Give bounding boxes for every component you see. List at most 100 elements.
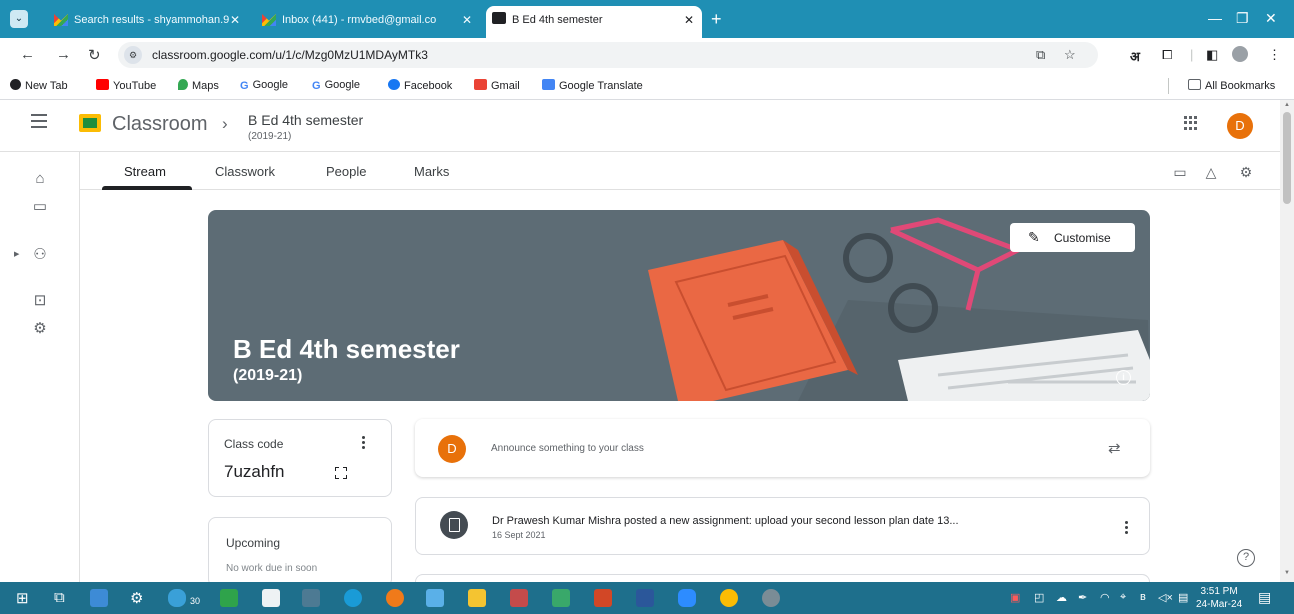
antivirus-icon[interactable]: ▣ — [1010, 591, 1020, 604]
class-settings-icon[interactable]: ⚙ — [1238, 164, 1254, 180]
calculator-app-icon[interactable] — [220, 589, 238, 607]
translate-extension-icon[interactable]: अ — [1130, 47, 1140, 65]
tab-search-button[interactable]: ⌄ — [10, 10, 28, 28]
location-icon[interactable]: ⌖ — [1120, 591, 1126, 604]
expand-caret-icon[interactable]: ▶ — [14, 250, 19, 258]
powerpoint-icon[interactable] — [594, 589, 612, 607]
pen-app-icon[interactable] — [426, 589, 444, 607]
edge-icon[interactable] — [344, 589, 362, 607]
announce-box[interactable]: D Announce something to your class ⇄ — [415, 419, 1150, 477]
side-panel-icon[interactable]: ◧ — [1206, 47, 1218, 63]
bookmark-youtube[interactable]: YouTube — [96, 79, 156, 92]
customise-button[interactable]: ✎ Customise — [1010, 223, 1135, 252]
tab-close-icon[interactable]: ✕ — [230, 13, 240, 27]
notifications-icon[interactable]: ▤ — [1258, 589, 1271, 606]
weather-icon[interactable] — [168, 589, 186, 607]
bookmark-google-translate[interactable]: Google Translate — [542, 79, 643, 92]
calendar-icon[interactable]: ▭ — [1172, 164, 1188, 180]
page-scrollbar[interactable]: ▲ ▼ — [1280, 100, 1294, 582]
stream-post[interactable]: Dr Prawesh Kumar Mishra posted a new ass… — [415, 497, 1150, 555]
enrolled-people-icon[interactable]: ⚇ — [31, 246, 49, 264]
bookmark-gmail[interactable]: Gmail — [474, 79, 520, 92]
word-icon[interactable] — [636, 589, 654, 607]
scroll-down-icon[interactable]: ▼ — [1284, 570, 1290, 576]
firefox-icon[interactable] — [386, 589, 404, 607]
system-clock[interactable]: 3:51 PM 24-Mar-24 — [1196, 585, 1242, 611]
volume-muted-icon[interactable]: ◁× — [1158, 591, 1173, 604]
home-icon[interactable]: ⌂ — [31, 170, 49, 188]
settings-icon[interactable]: ⚙ — [130, 589, 143, 607]
bluetooth-icon[interactable]: ʙ — [1140, 591, 1146, 603]
archived-classes-icon[interactable]: ⊡ — [31, 292, 49, 310]
back-icon[interactable]: ← — [20, 46, 35, 63]
tab-marks[interactable]: Marks — [414, 164, 449, 179]
tab-close-icon[interactable]: ✕ — [684, 13, 694, 27]
class-banner: ✎ Customise B Ed 4th semester (2019-21) … — [208, 210, 1150, 401]
help-icon[interactable]: ? — [1237, 549, 1255, 567]
left-nav-rail: ⌂ ▭ ▶ ⚇ ⊡ ⚙ — [0, 152, 80, 582]
url-text[interactable]: classroom.google.com/u/1/c/Mzg0MzU1MDAyM… — [152, 48, 428, 62]
image-app-icon[interactable] — [510, 589, 528, 607]
browser-tab-search-results[interactable]: Search results - shyammohan.9 ✕ — [48, 8, 248, 34]
reload-icon[interactable]: ↻ — [88, 46, 101, 64]
bookmark-maps[interactable]: Maps — [178, 79, 219, 92]
settings-icon[interactable]: ⚙ — [31, 320, 49, 338]
chrome-icon[interactable] — [720, 589, 738, 607]
wifi-icon[interactable]: ◠ — [1100, 591, 1110, 604]
main-menu-icon[interactable] — [31, 114, 47, 128]
calculator-icon[interactable] — [302, 589, 320, 607]
account-avatar[interactable]: D — [1227, 113, 1253, 139]
course-title[interactable]: B Ed 4th semester — [248, 112, 363, 128]
classroom-logo-icon[interactable] — [79, 114, 101, 132]
meet-now-icon[interactable]: ◰ — [1034, 591, 1044, 604]
profile-icon[interactable] — [1232, 46, 1248, 62]
network-icon[interactable]: ☁ — [1056, 591, 1067, 604]
bookmark-google-2[interactable]: G Google — [312, 79, 360, 92]
browser-tab-classroom[interactable]: B Ed 4th semester ✕ — [486, 6, 702, 38]
bookmark-facebook[interactable]: Facebook — [388, 79, 452, 92]
site-info-icon[interactable]: ⚙ — [124, 46, 142, 64]
tab-stream[interactable]: Stream — [124, 164, 166, 179]
tab-close-icon[interactable]: ✕ — [462, 13, 472, 27]
fullscreen-icon[interactable] — [335, 467, 347, 479]
windows-start-icon[interactable]: ⊞ — [16, 589, 29, 607]
address-bar[interactable]: ⚙ classroom.google.com/u/1/c/Mzg0MzU1MDA… — [118, 42, 1098, 68]
pen-icon[interactable]: ✒ — [1078, 591, 1087, 604]
all-bookmarks[interactable]: All Bookmarks — [1188, 79, 1275, 92]
minimize-icon[interactable]: — — [1208, 10, 1222, 26]
notepad-icon[interactable] — [262, 589, 280, 607]
repost-icon[interactable]: ⇄ — [1108, 439, 1121, 457]
restore-icon[interactable]: ❐ — [1236, 10, 1249, 27]
scroll-thumb[interactable] — [1283, 112, 1291, 204]
scroll-up-icon[interactable]: ▲ — [1284, 102, 1290, 108]
task-view-icon[interactable]: ⧉ — [54, 589, 65, 606]
window-close-icon[interactable]: ✕ — [1265, 10, 1277, 27]
tab-people[interactable]: People — [326, 164, 366, 179]
more-options-icon[interactable] — [362, 436, 366, 450]
browser-menu-icon[interactable]: ⋮ — [1268, 47, 1281, 63]
info-icon[interactable]: i — [1116, 370, 1131, 385]
store-icon[interactable] — [90, 589, 108, 607]
google-apps-icon[interactable] — [1184, 116, 1198, 130]
bookmark-google-1[interactable]: G Google — [240, 79, 288, 92]
bookmark-star-icon[interactable]: ☆ — [1064, 47, 1076, 63]
install-app-icon[interactable]: ⧉ — [1036, 47, 1045, 63]
file-explorer-icon[interactable] — [468, 589, 486, 607]
app-name[interactable]: Classroom — [112, 113, 208, 136]
drive-icon[interactable]: △ — [1203, 164, 1219, 180]
announce-placeholder[interactable]: Announce something to your class — [491, 443, 644, 454]
extensions-icon[interactable]: ⧠ — [1162, 47, 1172, 63]
forward-icon[interactable]: → — [56, 46, 71, 63]
post-title[interactable]: Dr Prawesh Kumar Mishra posted a new ass… — [492, 515, 959, 527]
excel-icon[interactable] — [552, 589, 570, 607]
zoom-icon[interactable] — [678, 589, 696, 607]
address-toolbar: ← → ↻ ⚙ classroom.google.com/u/1/c/Mzg0M… — [0, 38, 1294, 72]
new-tab-button[interactable]: + — [711, 9, 722, 30]
calendar-icon[interactable]: ▭ — [31, 198, 49, 216]
chrome-profile-icon[interactable] — [762, 589, 780, 607]
tab-classwork[interactable]: Classwork — [215, 164, 275, 179]
browser-tab-inbox[interactable]: Inbox (441) - rmvbed@gmail.co ✕ — [256, 8, 480, 34]
keyboard-icon[interactable]: ▤ — [1178, 591, 1188, 604]
bookmark-new-tab[interactable]: New Tab — [10, 79, 68, 92]
more-options-icon[interactable] — [1125, 521, 1129, 535]
